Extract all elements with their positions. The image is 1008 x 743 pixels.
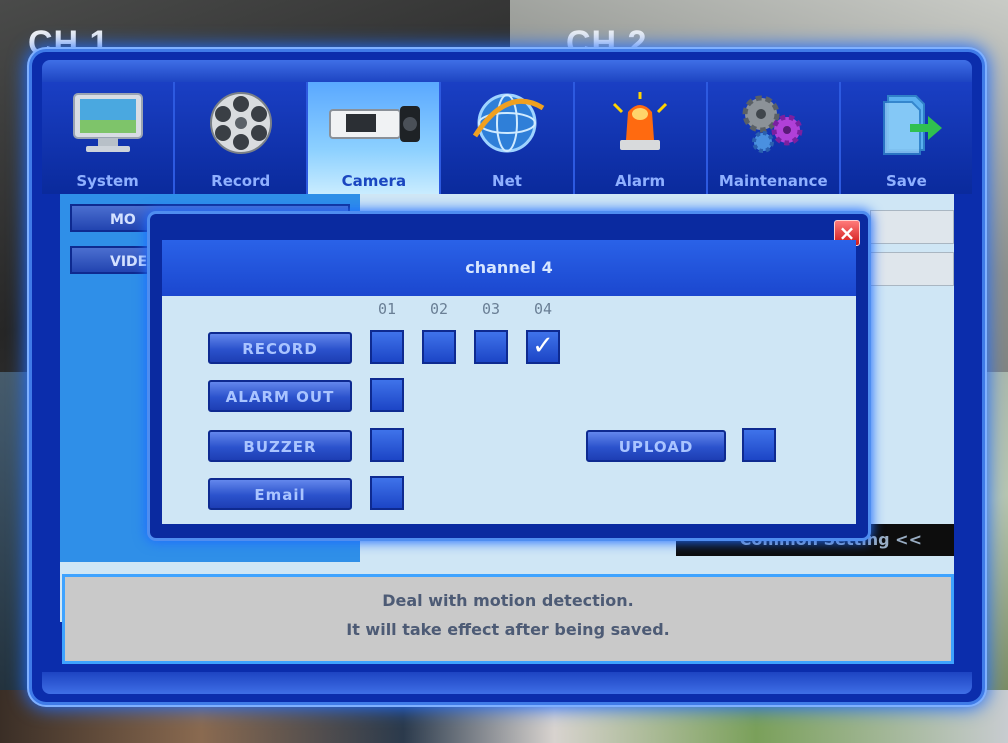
column-header-01: 01 (377, 300, 397, 318)
tab-label-save: Save (885, 172, 927, 190)
column-header-03: 03 (481, 300, 501, 318)
dialog-title: channel 4 (162, 240, 856, 296)
record-checkbox-04[interactable]: ✓ (526, 330, 560, 364)
tab-label-alarm: Alarm (615, 172, 666, 190)
film-reel-icon (201, 90, 281, 156)
upload-button[interactable]: UPLOAD (586, 430, 726, 462)
info-box: Deal with motion detection. It will take… (62, 574, 954, 664)
buzzer-button[interactable]: BUZZER (208, 430, 352, 462)
tab-record[interactable]: Record (175, 82, 309, 194)
settings-field-2[interactable] (870, 252, 954, 286)
record-checkbox-02[interactable] (422, 330, 456, 364)
tab-save[interactable]: Save (841, 82, 972, 194)
tab-camera[interactable]: Camera (308, 82, 442, 194)
alarm-out-checkbox[interactable] (370, 378, 404, 412)
info-line-2: It will take effect after being saved. (346, 620, 670, 639)
window-bottom-bar (42, 672, 972, 694)
tab-net[interactable]: Net (441, 82, 575, 194)
record-checkbox-03[interactable] (474, 330, 508, 364)
record-button[interactable]: RECORD (208, 332, 352, 364)
tab-label-maintenance: Maintenance (718, 172, 828, 190)
monitor-icon (68, 90, 148, 156)
menu-tab-bar: System Record Camera Net Alarm Maintenan… (42, 82, 972, 194)
alarm-light-icon (600, 90, 680, 156)
info-line-1: Deal with motion detection. (382, 591, 634, 610)
tab-alarm[interactable]: Alarm (575, 82, 708, 194)
column-header-02: 02 (429, 300, 449, 318)
dialog-body: 01 02 03 04 RECORD ✓ ALARM OUT BUZZER UP… (162, 296, 856, 524)
tab-label-record: Record (211, 172, 271, 190)
tab-label-net: Net (492, 172, 522, 190)
alarm-out-button[interactable]: ALARM OUT (208, 380, 352, 412)
email-checkbox[interactable] (370, 476, 404, 510)
gears-icon (733, 90, 813, 156)
email-button[interactable]: Email (208, 478, 352, 510)
check-icon: ✓ (532, 331, 554, 361)
upload-checkbox[interactable] (742, 428, 776, 462)
camera-icon (328, 90, 420, 156)
window-title-bar (42, 60, 972, 82)
tab-system[interactable]: System (42, 82, 176, 194)
tab-label-camera: Camera (341, 172, 407, 190)
buzzer-checkbox[interactable] (370, 428, 404, 462)
settings-field-1[interactable] (870, 210, 954, 244)
save-arrow-icon (866, 90, 946, 156)
record-checkbox-01[interactable] (370, 330, 404, 364)
tab-maintenance[interactable]: Maintenance (708, 82, 841, 194)
tab-label-system: System (76, 172, 139, 190)
globe-icon (467, 90, 547, 156)
column-header-04: 04 (533, 300, 553, 318)
channel-dialog: × channel 4 01 02 03 04 RECORD ✓ ALARM O… (150, 214, 868, 538)
